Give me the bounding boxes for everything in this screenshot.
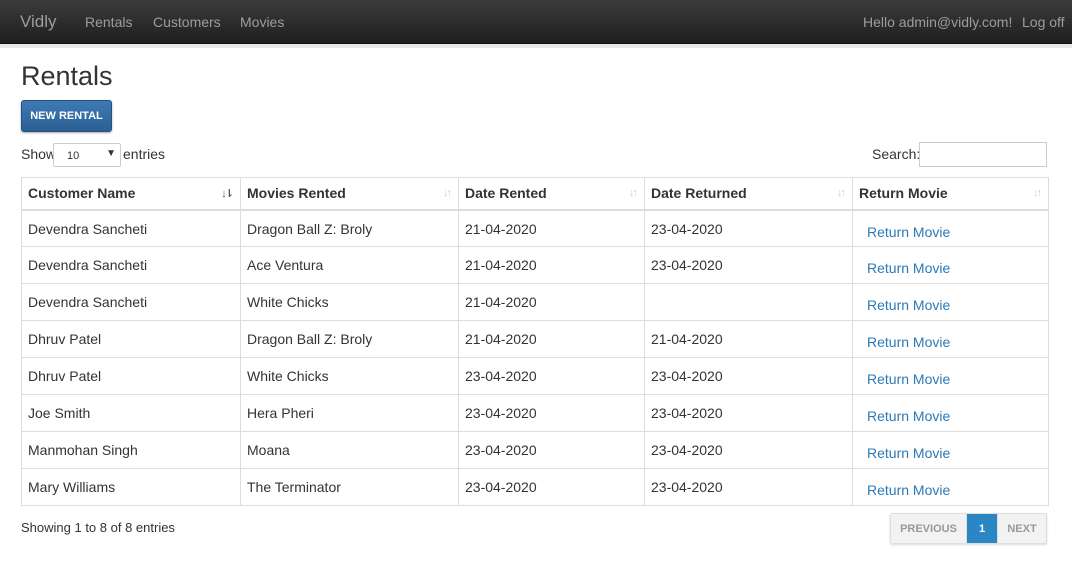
cell-movie: Dragon Ball Z: Broly	[240, 209, 459, 247]
cell-date-returned: 23-04-2020	[644, 246, 853, 284]
column-header-date-rented[interactable]: Date Rented ↓↑	[458, 177, 645, 211]
cell-action: Return Movie	[852, 394, 1049, 432]
column-header-return-movie[interactable]: Return Movie ↓↑	[852, 177, 1049, 211]
column-header-movies-rented[interactable]: Movies Rented ↓↑	[240, 177, 459, 211]
cell-date-returned: 23-04-2020	[644, 209, 853, 247]
sort-icon: ↓↑	[837, 187, 846, 199]
cell-action: Return Movie	[852, 246, 1049, 284]
table-row: Mary Williams The Terminator 23-04-2020 …	[21, 468, 1049, 506]
cell-customer: Devendra Sancheti	[21, 209, 241, 247]
cell-date-returned: 23-04-2020	[644, 394, 853, 432]
cell-date-returned	[644, 283, 853, 321]
search-label: Search:	[872, 146, 921, 162]
nav-link-customers[interactable]: Customers	[153, 14, 221, 30]
cell-date-rented: 21-04-2020	[458, 320, 645, 358]
chevron-down-icon: ▼	[106, 148, 116, 159]
logoff-link[interactable]: Log off	[1022, 14, 1065, 30]
navbar-divider	[0, 44, 1072, 48]
table-row: Manmohan Singh Moana 23-04-2020 23-04-20…	[21, 431, 1049, 469]
show-label: Show	[21, 146, 57, 162]
cell-customer: Dhruv Patel	[21, 357, 241, 395]
cell-movie: Moana	[240, 431, 459, 469]
sort-ascending-icon: ↓⇂	[221, 188, 234, 200]
sort-icon: ↓↑	[1033, 187, 1042, 199]
cell-action: Return Movie	[852, 283, 1049, 321]
pagination-previous-button[interactable]: Previous	[891, 514, 967, 543]
cell-customer: Devendra Sancheti	[21, 283, 241, 321]
cell-movie: The Terminator	[240, 468, 459, 506]
cell-movie: Ace Ventura	[240, 246, 459, 284]
nav-link-rentals[interactable]: Rentals	[85, 14, 132, 30]
brand-logo[interactable]: Vidly	[20, 12, 57, 32]
nav-link-movies[interactable]: Movies	[240, 14, 284, 30]
cell-date-returned: 23-04-2020	[644, 431, 853, 469]
cell-date-rented: 21-04-2020	[458, 283, 645, 321]
entries-label: entries	[123, 146, 166, 162]
table-row: Devendra Sancheti Ace Ventura 21-04-2020…	[21, 246, 1049, 284]
table-row: Dhruv Patel Dragon Ball Z: Broly 21-04-2…	[21, 320, 1049, 358]
cell-customer: Manmohan Singh	[21, 431, 241, 469]
return-movie-link[interactable]: Return Movie	[867, 445, 950, 461]
user-greeting-link[interactable]: Hello admin@vidly.com!	[863, 14, 1012, 30]
return-movie-link[interactable]: Return Movie	[867, 482, 950, 498]
cell-date-rented: 23-04-2020	[458, 357, 645, 395]
return-movie-link[interactable]: Return Movie	[867, 371, 950, 387]
cell-customer: Dhruv Patel	[21, 320, 241, 358]
page-title: Rentals	[21, 61, 113, 91]
pagination-page-1[interactable]: 1	[967, 514, 997, 543]
cell-action: Return Movie	[852, 431, 1049, 469]
table-row: Dhruv Patel White Chicks 23-04-2020 23-0…	[21, 357, 1049, 395]
table-row: Joe Smith Hera Pheri 23-04-2020 23-04-20…	[21, 394, 1049, 432]
cell-date-rented: 23-04-2020	[458, 394, 645, 432]
cell-customer: Mary Williams	[21, 468, 241, 506]
sort-icon: ↓↑	[629, 187, 638, 199]
return-movie-link[interactable]: Return Movie	[867, 224, 950, 240]
pagination: Previous 1 Next	[890, 513, 1047, 544]
cell-customer: Devendra Sancheti	[21, 246, 241, 284]
return-movie-link[interactable]: Return Movie	[867, 260, 950, 276]
return-movie-link[interactable]: Return Movie	[867, 334, 950, 350]
cell-movie: White Chicks	[240, 357, 459, 395]
entries-length-select[interactable]: 10 ▼	[53, 143, 121, 167]
cell-movie: Dragon Ball Z: Broly	[240, 320, 459, 358]
cell-movie: Hera Pheri	[240, 394, 459, 432]
cell-action: Return Movie	[852, 468, 1049, 506]
return-movie-link[interactable]: Return Movie	[867, 297, 950, 313]
cell-date-returned: 23-04-2020	[644, 468, 853, 506]
return-movie-link[interactable]: Return Movie	[867, 408, 950, 424]
cell-date-rented: 21-04-2020	[458, 209, 645, 247]
table-row: Devendra Sancheti Dragon Ball Z: Broly 2…	[21, 209, 1049, 247]
rentals-table: Customer Name ↓⇂ Movies Rented ↓↑ Date Ren…	[21, 177, 1049, 506]
column-header-date-returned[interactable]: Date Returned ↓↑	[644, 177, 853, 211]
cell-date-rented: 23-04-2020	[458, 431, 645, 469]
table-header-row: Customer Name ↓⇂ Movies Rented ↓↑ Date Ren…	[21, 177, 1049, 211]
cell-action: Return Movie	[852, 320, 1049, 358]
pagination-next-button[interactable]: Next	[997, 514, 1046, 543]
table-row: Devendra Sancheti White Chicks 21-04-202…	[21, 283, 1049, 321]
cell-movie: White Chicks	[240, 283, 459, 321]
cell-action: Return Movie	[852, 209, 1049, 247]
cell-date-returned: 21-04-2020	[644, 320, 853, 358]
search-input[interactable]	[919, 142, 1047, 167]
new-rental-button[interactable]: New Rental	[21, 100, 112, 132]
sort-icon: ↓↑	[443, 187, 452, 199]
column-header-customer-name[interactable]: Customer Name ↓⇂	[21, 177, 241, 211]
table-info: Showing 1 to 8 of 8 entries	[21, 520, 175, 535]
cell-date-rented: 23-04-2020	[458, 468, 645, 506]
cell-date-rented: 21-04-2020	[458, 246, 645, 284]
entries-length-value: 10	[67, 150, 80, 162]
cell-customer: Joe Smith	[21, 394, 241, 432]
navbar: Vidly Rentals Customers Movies Hello adm…	[0, 0, 1072, 44]
cell-action: Return Movie	[852, 357, 1049, 395]
cell-date-returned: 23-04-2020	[644, 357, 853, 395]
